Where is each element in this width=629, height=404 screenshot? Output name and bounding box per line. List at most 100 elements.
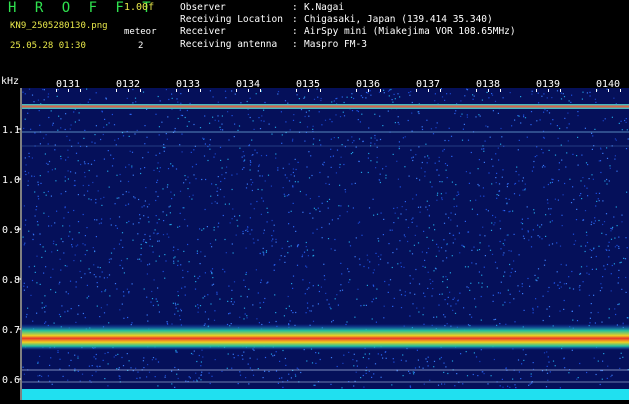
noise-dot (93, 274, 95, 276)
noise-dot (115, 225, 117, 227)
noise-dot (488, 97, 490, 99)
noise-dot (28, 156, 30, 158)
noise-dot (42, 246, 44, 248)
noise-dot (603, 221, 606, 223)
noise-dot (303, 251, 306, 253)
noise-dot (67, 156, 69, 158)
noise-dot (481, 274, 483, 276)
info-label: Receiving Location (180, 14, 283, 26)
noise-dot (343, 163, 345, 166)
noise-dot (200, 374, 202, 376)
noise-dot (87, 101, 89, 103)
noise-dot (365, 97, 367, 99)
noise-dot (491, 222, 493, 224)
noise-dot (361, 113, 363, 115)
noise-dot (133, 196, 135, 198)
noise-dot (363, 304, 365, 306)
noise-dot (464, 266, 467, 268)
noise-dot (78, 305, 80, 307)
noise-dot (461, 244, 463, 246)
noise-dot (509, 92, 511, 94)
noise-dot (358, 258, 361, 260)
noise-dot (321, 226, 323, 229)
noise-dot (521, 223, 524, 225)
noise-dot (384, 280, 386, 283)
noise-dot (357, 119, 359, 121)
noise-dot (310, 155, 312, 157)
noise-dot (103, 126, 105, 128)
noise-dot (509, 210, 511, 212)
noise-dot (74, 180, 76, 182)
noise-dot (108, 274, 111, 276)
noise-dot (376, 146, 378, 148)
noise-dot (143, 357, 145, 359)
noise-dot (122, 365, 125, 367)
noise-dot (51, 383, 53, 385)
noise-dot (174, 386, 176, 388)
noise-dot (77, 142, 79, 144)
mode-label: meteor (124, 27, 157, 37)
noise-dot (237, 129, 239, 131)
noise-dot (563, 96, 566, 98)
noise-dot (27, 112, 29, 114)
noise-dot (400, 294, 403, 296)
noise-dot (410, 149, 412, 151)
noise-dot (196, 360, 198, 363)
noise-dot (201, 178, 203, 181)
noise-dot (263, 120, 265, 122)
noise-dot (182, 269, 184, 271)
noise-dot (615, 139, 617, 141)
noise-dot (589, 95, 591, 97)
noise-dot (77, 355, 79, 357)
noise-dot (48, 160, 51, 163)
noise-dot (469, 289, 471, 291)
noise-dot (409, 282, 411, 284)
noise-dot (168, 236, 170, 238)
noise-dot (568, 372, 570, 374)
noise-dot (464, 220, 466, 222)
noise-dot (508, 198, 510, 200)
noise-dot (585, 162, 588, 164)
noise-dot (109, 218, 111, 220)
noise-dot (25, 219, 27, 221)
noise-dot (99, 316, 101, 318)
noise-dot (543, 93, 545, 95)
noise-dot (183, 250, 185, 252)
noise-dot (184, 116, 186, 119)
noise-dot (427, 356, 429, 358)
noise-dot (490, 375, 492, 377)
time-tick-mark (200, 89, 201, 92)
noise-dot (261, 115, 263, 117)
noise-dot (156, 181, 158, 183)
noise-dot (111, 165, 114, 167)
noise-dot (90, 199, 92, 201)
noise-dot (34, 132, 36, 134)
noise-dot (23, 289, 25, 291)
noise-dot (152, 251, 154, 253)
noise-dot (625, 291, 627, 293)
info-label: Receiving antenna (180, 38, 278, 50)
noise-dot (58, 313, 61, 316)
noise-dot (460, 100, 462, 102)
noise-dot (488, 245, 490, 247)
noise-dot (568, 100, 570, 102)
noise-dot (283, 193, 285, 195)
noise-dot (232, 303, 234, 305)
noise-dot (417, 359, 419, 361)
noise-dot (105, 289, 107, 291)
noise-dot (208, 372, 210, 374)
noise-dot (463, 246, 465, 248)
noise-dot (231, 298, 233, 300)
noise-dot (57, 129, 59, 131)
noise-dot (556, 90, 559, 92)
time-label: 0135 (296, 79, 320, 90)
noise-dot (552, 119, 554, 121)
noise-dot (297, 181, 299, 183)
noise-dot (37, 181, 39, 183)
noise-dot (499, 292, 501, 294)
noise-dot (231, 115, 233, 117)
noise-dot (66, 265, 68, 267)
noise-dot (453, 297, 455, 299)
noise-dot (257, 170, 259, 172)
noise-dot (169, 224, 171, 226)
